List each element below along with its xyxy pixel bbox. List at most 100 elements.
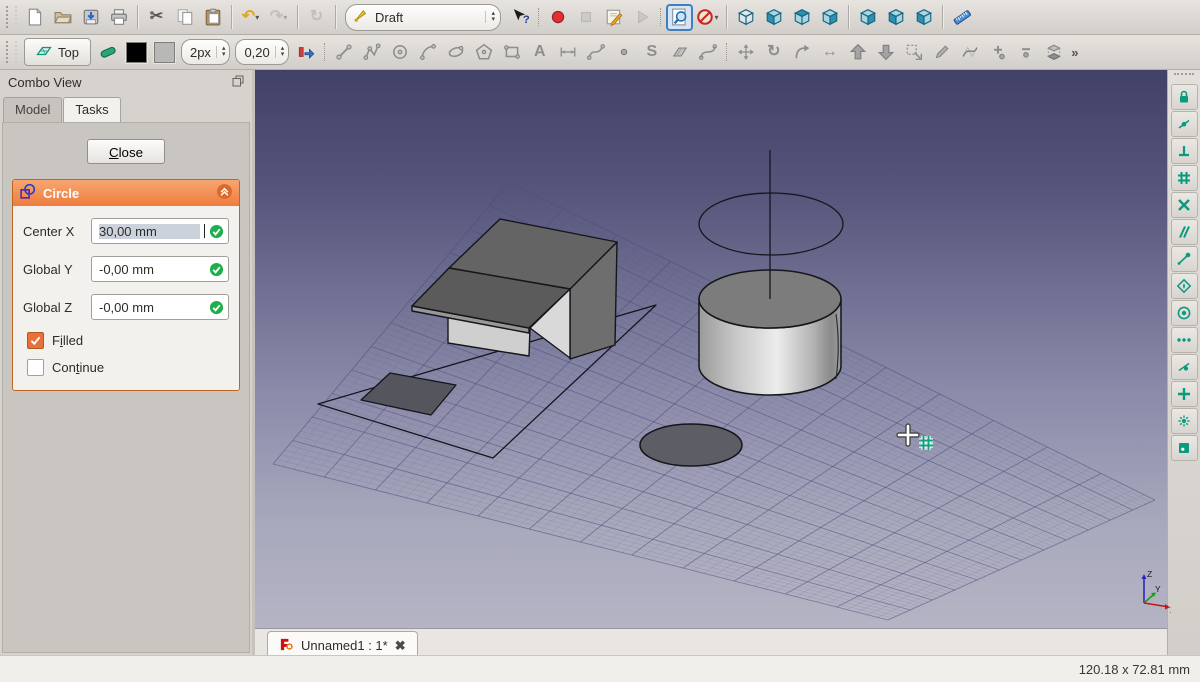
- print-document-button[interactable]: [105, 4, 132, 31]
- toolbar-overflow[interactable]: »: [1071, 45, 1077, 60]
- view-front-button[interactable]: [760, 4, 787, 31]
- draft-wire-button[interactable]: [358, 39, 385, 66]
- snap-endpoint-button[interactable]: [1171, 246, 1198, 272]
- draft-trimex-button[interactable]: ↔: [816, 39, 843, 66]
- snap-intersection-button[interactable]: [1171, 192, 1198, 218]
- workbench-selector[interactable]: Draft▴▾: [345, 4, 501, 31]
- draft-line-button[interactable]: [330, 39, 357, 66]
- draft-text-button[interactable]: A: [526, 39, 553, 66]
- paste-button[interactable]: [199, 4, 226, 31]
- draft-circle-button[interactable]: [386, 39, 413, 66]
- construction-mode-button[interactable]: [95, 39, 122, 66]
- combo-spinner[interactable]: ▴▾: [485, 11, 495, 23]
- apply-style-button[interactable]: [292, 39, 319, 66]
- toolbar-grip[interactable]: [6, 6, 17, 28]
- macro-record-button[interactable]: [544, 4, 571, 31]
- tab-tasks[interactable]: Tasks: [63, 97, 120, 122]
- draft-delpoint-button[interactable]: [1012, 39, 1039, 66]
- face-color-swatch[interactable]: [154, 42, 175, 63]
- snap-ortho-button[interactable]: [1171, 381, 1198, 407]
- save-document-button[interactable]: [77, 4, 104, 31]
- refresh-button[interactable]: ↻: [303, 4, 330, 31]
- whats-this-button[interactable]: ?: [506, 4, 533, 31]
- 3d-viewport[interactable]: ZYX: [255, 70, 1167, 628]
- draft-facebinder-button[interactable]: [666, 39, 693, 66]
- working-plane-button[interactable]: Top: [24, 38, 91, 66]
- center-x-input[interactable]: 30,00 mm: [91, 218, 229, 244]
- cut-button[interactable]: ✂: [143, 4, 170, 31]
- view-isometric-button[interactable]: [732, 4, 759, 31]
- draft-bezier-button[interactable]: [694, 39, 721, 66]
- draft-rectangle-button[interactable]: [498, 39, 525, 66]
- copy-button[interactable]: [171, 4, 198, 31]
- draft-move-button[interactable]: [732, 39, 759, 66]
- snap-lock-button[interactable]: [1171, 84, 1198, 110]
- dropdown-arrow-icon[interactable]: ▾: [255, 13, 259, 22]
- view-right-button[interactable]: [816, 4, 843, 31]
- draft-ellipse-button[interactable]: [442, 39, 469, 66]
- draft-edit-button[interactable]: [928, 39, 955, 66]
- draft-point-button[interactable]: [610, 39, 637, 66]
- snap-perpendicular-button[interactable]: [1171, 138, 1198, 164]
- snap-workingplane-button[interactable]: [1171, 435, 1198, 461]
- float-panel-icon[interactable]: [232, 75, 244, 90]
- draft-shape2dview-button[interactable]: [1040, 39, 1067, 66]
- macro-stop-button[interactable]: [572, 4, 599, 31]
- snap-extension-button[interactable]: [1171, 327, 1198, 353]
- macro-edit-button[interactable]: [600, 4, 627, 31]
- ground-circle[interactable]: [640, 424, 742, 466]
- snap-near-button[interactable]: [1171, 354, 1198, 380]
- draft-dimension-button[interactable]: [554, 39, 581, 66]
- draft-downgrade-button[interactable]: [872, 39, 899, 66]
- close-task-button[interactable]: Close: [87, 139, 165, 164]
- close-tab-icon[interactable]: ✖: [395, 638, 406, 654]
- draft-rotate-button[interactable]: ↻: [760, 39, 787, 66]
- global-z-input[interactable]: -0,00 mm: [91, 294, 229, 320]
- text-scale-spinbox[interactable]: 0,20▴▾: [235, 39, 289, 65]
- redo-button[interactable]: ↷▾: [265, 4, 292, 31]
- draft-polygon-button[interactable]: [470, 39, 497, 66]
- collapse-section-icon[interactable]: [216, 183, 233, 203]
- fit-all-button[interactable]: [666, 4, 693, 31]
- filled-checkbox[interactable]: [27, 332, 44, 349]
- view-rear-button[interactable]: [854, 4, 881, 31]
- open-document-button[interactable]: [49, 4, 76, 31]
- line-width-spinbox[interactable]: 2px▴▾: [181, 39, 230, 65]
- line-color-swatch[interactable]: [126, 42, 147, 63]
- undo-button[interactable]: ↶▾: [237, 4, 264, 31]
- box-solid[interactable]: [412, 219, 617, 359]
- draft-addpoint-button[interactable]: [984, 39, 1011, 66]
- spin-arrows[interactable]: ▴▾: [275, 46, 285, 58]
- view-left-button[interactable]: [910, 4, 937, 31]
- spin-arrows[interactable]: ▴▾: [216, 46, 226, 58]
- snap-grid-button[interactable]: [1171, 165, 1198, 191]
- global-y-input[interactable]: -0,00 mm: [91, 256, 229, 282]
- draft-shapestring-button[interactable]: S: [638, 39, 665, 66]
- toolbar-grip[interactable]: [1174, 73, 1194, 81]
- view-bottom-button[interactable]: [882, 4, 909, 31]
- continue-checkbox[interactable]: [27, 359, 44, 376]
- draw-style-button[interactable]: ▾: [694, 4, 721, 31]
- snap-angle-button[interactable]: [1171, 273, 1198, 299]
- snap-special-button[interactable]: [1171, 408, 1198, 434]
- measure-distance-button[interactable]: [948, 4, 975, 31]
- draft-offset-button[interactable]: [788, 39, 815, 66]
- new-document-button[interactable]: [21, 4, 48, 31]
- tab-model[interactable]: Model: [3, 97, 62, 122]
- dropdown-arrow-icon[interactable]: ▾: [714, 13, 718, 22]
- viewport-canvas[interactable]: ZYX: [255, 70, 1171, 628]
- draft-wire2bspline-button[interactable]: [956, 39, 983, 66]
- ground-rectangle[interactable]: [361, 373, 456, 415]
- draft-scale-button[interactable]: [900, 39, 927, 66]
- snap-parallel-button[interactable]: [1171, 219, 1198, 245]
- toolbar-grip[interactable]: [6, 41, 17, 63]
- draft-arc-button[interactable]: [414, 39, 441, 66]
- preview-circle-wire[interactable]: [699, 193, 843, 255]
- snap-center-button[interactable]: [1171, 300, 1198, 326]
- dropdown-arrow-icon[interactable]: ▾: [283, 13, 287, 22]
- draft-upgrade-button[interactable]: [844, 39, 871, 66]
- view-top-button[interactable]: [788, 4, 815, 31]
- macro-play-button[interactable]: [628, 4, 655, 31]
- draft-bspline-button[interactable]: [582, 39, 609, 66]
- snap-midpoint-button[interactable]: [1171, 111, 1198, 137]
